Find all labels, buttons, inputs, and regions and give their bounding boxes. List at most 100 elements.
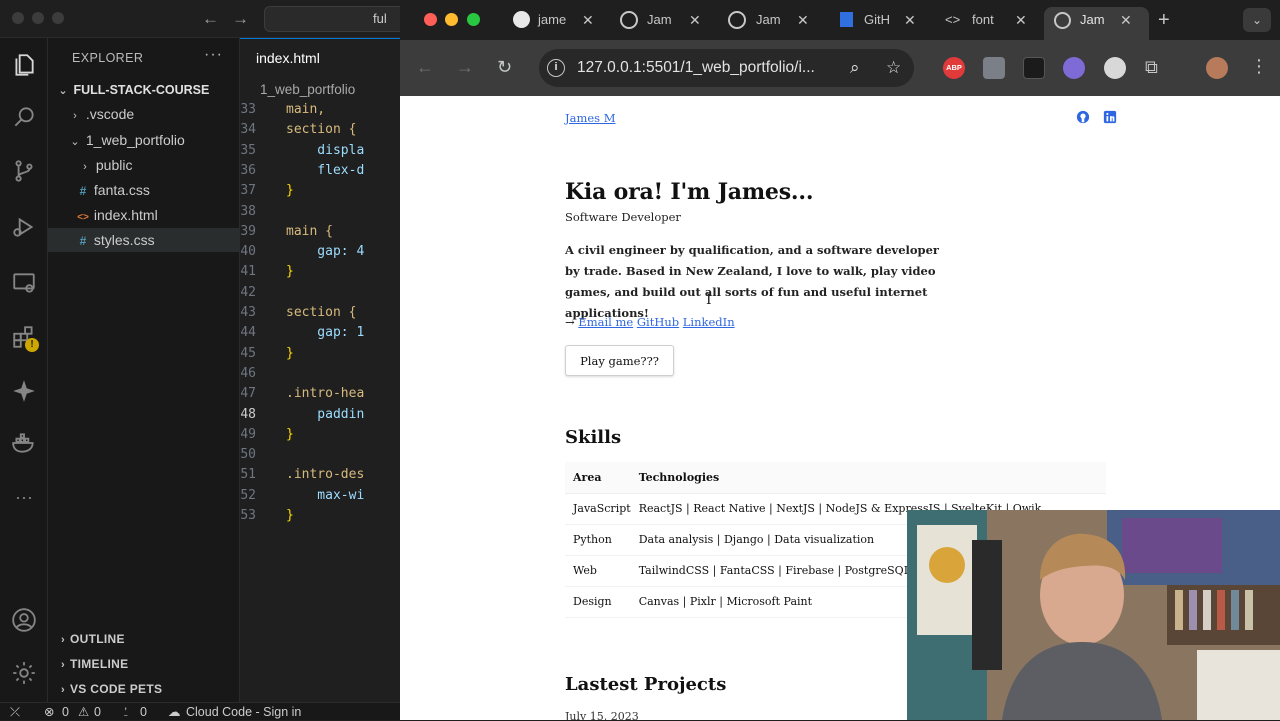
maximize-dot[interactable] — [52, 12, 64, 24]
linkedin-icon[interactable] — [1103, 110, 1117, 124]
code-line[interactable]: 50 — [240, 445, 400, 465]
tree-folder-vscode[interactable]: › .vscode — [48, 102, 240, 126]
sparkle-ai-icon[interactable] — [9, 376, 39, 406]
code-line[interactable]: 37} — [240, 181, 400, 201]
nav-home-link[interactable]: James M — [565, 111, 616, 125]
extension-icon[interactable] — [1063, 57, 1085, 79]
extension-icon[interactable] — [983, 57, 1005, 79]
outline-section[interactable]: › OUTLINE — [48, 627, 240, 651]
settings-gear-icon[interactable] — [9, 658, 39, 688]
more-actions-icon[interactable]: ··· — [204, 46, 223, 64]
code-line[interactable]: 49} — [240, 425, 400, 445]
extensions-icon[interactable]: ! — [9, 322, 39, 352]
docker-icon[interactable] — [9, 428, 39, 458]
zoom-search-icon[interactable]: ⌕ — [850, 49, 860, 87]
code-line[interactable]: 42 — [240, 283, 400, 303]
browser-tab[interactable]: GitH ✕ — [838, 7, 930, 40]
ports-icon[interactable]: ⍘ — [122, 703, 130, 721]
code-line[interactable]: 46 — [240, 364, 400, 384]
email-link[interactable]: Email me — [578, 315, 633, 329]
cloud-code-status[interactable]: Cloud Code - Sign in — [186, 703, 301, 721]
remote-explorer-icon[interactable] — [9, 268, 39, 298]
chevron-down-icon: ⌄ — [58, 85, 68, 97]
tab-close-icon[interactable]: ✕ — [689, 7, 701, 33]
code-editor[interactable]: index.html 1_web_portfolio 33 main, 34 sect… — [240, 38, 400, 702]
code-text: } — [286, 508, 294, 523]
minimize-dot[interactable] — [32, 12, 44, 24]
forward-arrow-icon[interactable]: → — [456, 57, 474, 78]
extensions-puzzle-icon[interactable]: ⧉ — [1145, 57, 1158, 78]
back-arrow-icon[interactable]: ← — [202, 9, 219, 29]
tree-folder-web-portfolio[interactable]: ⌄ 1_web_portfolio — [48, 128, 240, 152]
tab-close-icon[interactable]: ✕ — [582, 7, 594, 33]
tree-file-index-html[interactable]: <> index.html — [48, 203, 240, 227]
tab-close-icon[interactable]: ✕ — [1120, 7, 1132, 33]
code-line[interactable]: 48 paddin — [240, 405, 400, 425]
close-window-button[interactable] — [424, 13, 437, 26]
code-line[interactable]: 36 flex-d — [240, 161, 400, 181]
remote-indicator-icon[interactable]: ⤫ — [10, 703, 20, 721]
address-bar[interactable]: i 127.0.0.1:5501/1_web_portfolio/i... ⌕ … — [539, 49, 914, 87]
tab-index-html[interactable]: index.html — [240, 38, 400, 76]
reload-icon[interactable]: ↻ — [497, 57, 512, 78]
code-line[interactable]: 51 .intro-des — [240, 465, 400, 485]
run-debug-icon[interactable] — [9, 212, 39, 242]
back-arrow-icon[interactable]: ← — [416, 57, 434, 78]
code-line[interactable]: 39 main { — [240, 222, 400, 242]
tab-close-icon[interactable]: ✕ — [1015, 7, 1027, 33]
code-line[interactable]: 35 displa — [240, 141, 400, 161]
timeline-section[interactable]: › TIMELINE — [48, 652, 240, 676]
code-line[interactable]: 33 main, — [240, 100, 400, 120]
tree-file-styles-css[interactable]: # styles.css — [48, 228, 240, 252]
tab-search-chevron-icon[interactable]: ⌄ — [1243, 8, 1271, 32]
github-icon[interactable] — [1076, 110, 1090, 124]
tree-file-fanta-css[interactable]: # fanta.css — [48, 178, 240, 202]
vscode-pets-section[interactable]: › VS CODE PETS — [48, 677, 240, 701]
more-icon[interactable]: ··· — [9, 482, 39, 512]
new-tab-plus-icon[interactable]: + — [1158, 9, 1170, 32]
warnings-icon[interactable]: ⚠ — [78, 703, 89, 721]
errors-icon[interactable]: ⊗ — [44, 703, 54, 721]
command-center-search[interactable]: ful — [264, 6, 414, 32]
code-line[interactable]: 40 gap: 4 — [240, 242, 400, 262]
browser-tab[interactable]: <> font ✕ — [945, 7, 1037, 40]
code-line[interactable]: 43 section { — [240, 303, 400, 323]
forward-arrow-icon[interactable]: → — [232, 9, 249, 29]
code-line[interactable]: 53} — [240, 506, 400, 526]
browser-tab[interactable]: Jam ✕ — [726, 7, 818, 40]
tree-root-folder[interactable]: ⌄ FULL-STACK-COURSE — [48, 78, 240, 102]
github-link[interactable]: GitHub — [637, 315, 679, 329]
adblock-extension-icon[interactable]: ABP — [943, 57, 965, 79]
browser-tab[interactable]: Jam ✕ — [618, 7, 710, 40]
code-line[interactable]: 41} — [240, 262, 400, 282]
play-game-button[interactable]: Play game??? — [565, 345, 674, 376]
minimize-window-button[interactable] — [445, 13, 458, 26]
bookmark-star-icon[interactable]: ☆ — [886, 49, 901, 87]
menu-kebab-icon[interactable]: ⋮ — [1250, 56, 1268, 77]
webcam-overlay — [907, 510, 1280, 720]
maximize-window-button[interactable] — [467, 13, 480, 26]
code-line[interactable]: 52 max-wi — [240, 486, 400, 506]
tab-close-icon[interactable]: ✕ — [797, 7, 809, 33]
code-line[interactable]: 47 .intro-hea — [240, 384, 400, 404]
browser-tab-active[interactable]: Jam ✕ — [1044, 7, 1149, 40]
extension-icon[interactable] — [1104, 57, 1126, 79]
code-line[interactable]: 44 gap: 1 — [240, 323, 400, 343]
browser-tab[interactable]: jame ✕ — [510, 7, 602, 40]
cloud-icon[interactable]: ☁ — [168, 703, 181, 721]
profile-avatar[interactable] — [1206, 57, 1228, 79]
account-icon[interactable] — [9, 605, 39, 635]
close-dot[interactable] — [12, 12, 24, 24]
source-control-icon[interactable] — [9, 156, 39, 186]
code-line[interactable]: 38 — [240, 202, 400, 222]
linkedin-link[interactable]: LinkedIn — [683, 315, 735, 329]
site-info-icon[interactable]: i — [547, 59, 565, 77]
colorpicker-extension-icon[interactable] — [1023, 57, 1045, 79]
tree-label: fanta.css — [93, 182, 150, 198]
explorer-files-icon[interactable] — [9, 50, 39, 80]
search-icon[interactable] — [9, 102, 39, 132]
tab-close-icon[interactable]: ✕ — [904, 7, 916, 33]
code-line[interactable]: 45} — [240, 344, 400, 364]
tree-folder-public[interactable]: › public — [48, 153, 240, 177]
code-line[interactable]: 34 section { — [240, 120, 400, 140]
